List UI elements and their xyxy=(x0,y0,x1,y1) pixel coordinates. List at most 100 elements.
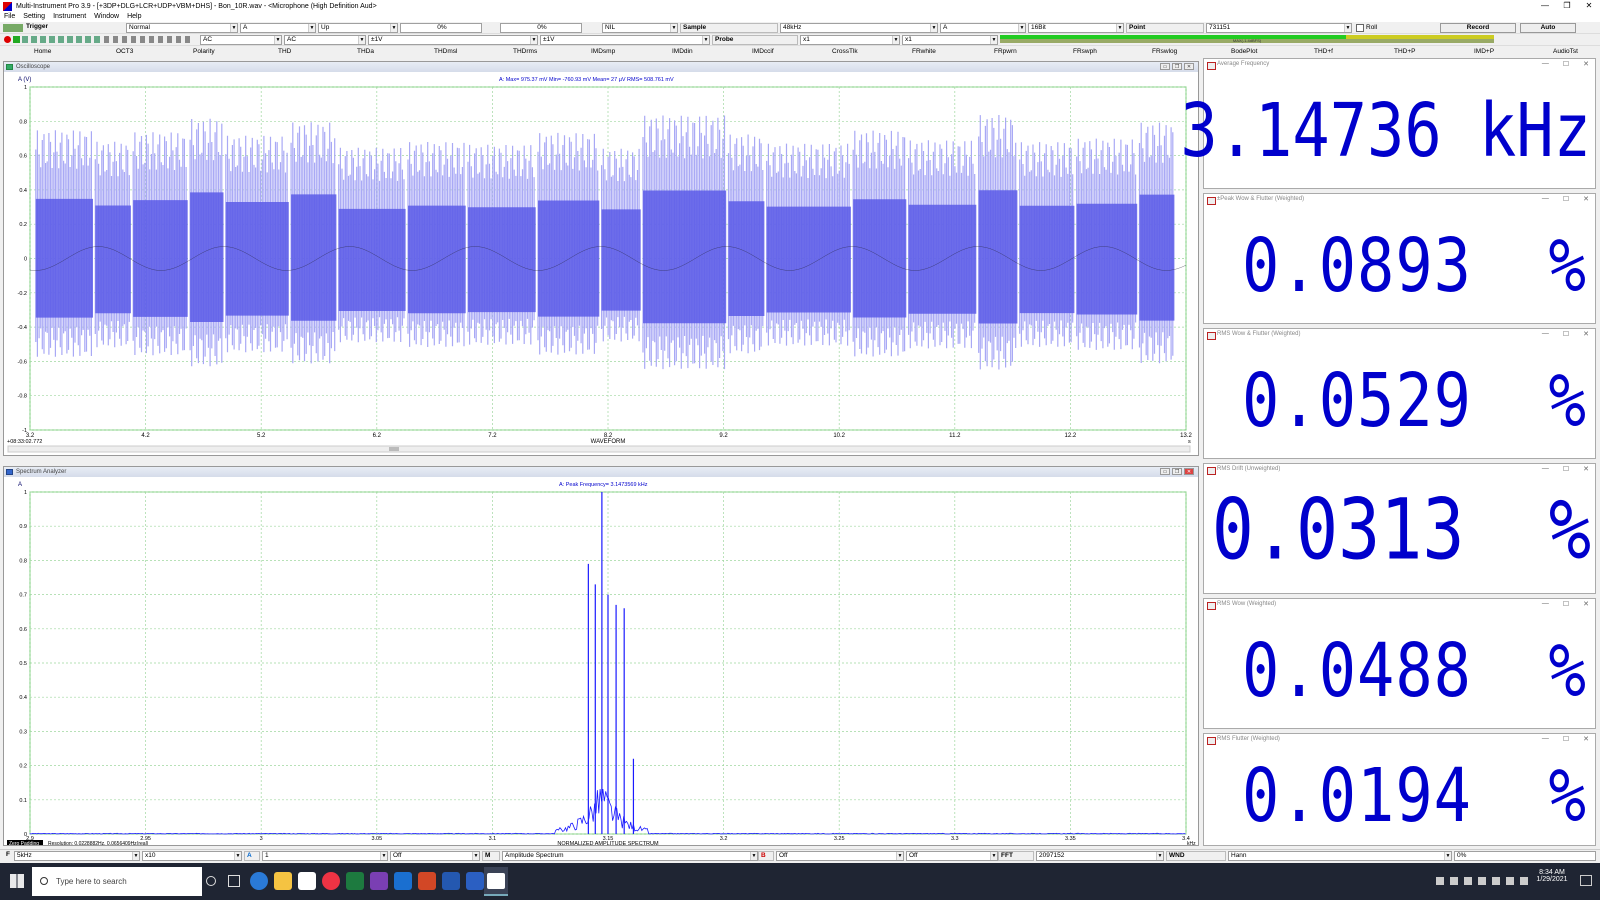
maximize-icon[interactable]: ☐ xyxy=(1563,330,1569,338)
close-icon[interactable]: ✕ xyxy=(1583,600,1589,608)
close-icon[interactable]: ✕ xyxy=(1583,195,1589,203)
record-icon[interactable] xyxy=(4,36,11,43)
bit-depth-select[interactable]: 16Bit ▼ xyxy=(1028,23,1124,33)
minimize-icon[interactable]: — xyxy=(1542,465,1549,473)
coupling-a-select[interactable]: AC ▼ xyxy=(200,35,282,45)
tab-frpwrn[interactable]: FRpwrn xyxy=(994,47,1017,57)
close-button[interactable]: ✕ xyxy=(1578,0,1600,12)
minimize-icon[interactable]: — xyxy=(1542,735,1549,743)
panel-minimize-button[interactable]: ▭ xyxy=(1160,468,1170,475)
nil-select[interactable]: NIL ▼ xyxy=(602,23,678,33)
tab-polarity[interactable]: Polarity xyxy=(193,47,215,57)
tab-thd-f[interactable]: THD+f xyxy=(1314,47,1333,57)
tab-thdmsl[interactable]: THDmsl xyxy=(434,47,457,57)
panel-restore-button[interactable]: ❐ xyxy=(1172,63,1182,70)
panel-close-button[interactable]: ✕ xyxy=(1184,63,1194,70)
powerpoint-icon[interactable] xyxy=(418,872,436,890)
chrome-icon[interactable] xyxy=(322,872,340,890)
menu-help[interactable]: Help xyxy=(127,12,141,22)
start-icon[interactable] xyxy=(10,874,24,888)
panel-restore-button[interactable]: ❐ xyxy=(1172,468,1182,475)
multi-instrument-taskbar-button[interactable] xyxy=(484,867,508,896)
tab-frswlog[interactable]: FRswlog xyxy=(1152,47,1177,57)
notification-icon[interactable] xyxy=(1580,875,1592,886)
window-function-select[interactable]: Hann ▼ xyxy=(1228,851,1452,861)
tab-audiotst[interactable]: AudioTst xyxy=(1553,47,1578,57)
tab-imdccif[interactable]: IMDccif xyxy=(752,47,774,57)
minimize-icon[interactable]: — xyxy=(1542,330,1549,338)
sample-channel-select[interactable]: A ▼ xyxy=(940,23,1026,33)
minimize-icon[interactable]: — xyxy=(1542,60,1549,68)
tab-oct3[interactable]: OCT3 xyxy=(116,47,133,57)
clock[interactable]: 8:34 AM 1/29/2021 xyxy=(1530,869,1574,883)
tab-thda[interactable]: THDa xyxy=(357,47,374,57)
close-icon[interactable]: ✕ xyxy=(1583,465,1589,473)
spectrum-mode-select[interactable]: Amplitude Spectrum ▼ xyxy=(502,851,758,861)
points-select[interactable]: 731151 ▼ xyxy=(1206,23,1352,33)
fft-size-select[interactable]: 2097152 ▼ xyxy=(1036,851,1164,861)
tab-crosstlk[interactable]: CrossTlk xyxy=(832,47,858,57)
store-icon[interactable] xyxy=(298,872,316,890)
probe-a-select[interactable]: x1 ▼ xyxy=(800,35,900,45)
b-off-select[interactable]: Off ▼ xyxy=(776,851,904,861)
record-button[interactable]: Record xyxy=(1440,23,1516,33)
tab-frswph[interactable]: FRswph xyxy=(1073,47,1097,57)
tab-thd[interactable]: THD xyxy=(278,47,291,57)
average-a-select[interactable]: 1 ▼ xyxy=(262,851,388,861)
tab-home[interactable]: Home xyxy=(34,47,51,57)
edge-browser-icon[interactable] xyxy=(250,872,268,890)
overlap-select[interactable]: 0% xyxy=(1454,851,1596,861)
maximize-icon[interactable]: ☐ xyxy=(1563,465,1569,473)
excel-icon[interactable] xyxy=(346,872,364,890)
maximize-icon[interactable]: ☐ xyxy=(1563,60,1569,68)
trigger-edge-select[interactable]: Up ▼ xyxy=(318,23,398,33)
close-icon[interactable]: ✕ xyxy=(1583,60,1589,68)
close-icon[interactable]: ✕ xyxy=(1583,330,1589,338)
auto-button[interactable]: Auto xyxy=(1520,23,1576,33)
maximize-button[interactable]: ❐ xyxy=(1556,0,1578,12)
menu-file[interactable]: File xyxy=(4,12,15,22)
pretrigger-spinner[interactable]: 0% xyxy=(500,23,582,33)
minimize-icon[interactable]: — xyxy=(1542,600,1549,608)
trigger-mode-select[interactable]: Normal ▼ xyxy=(126,23,238,33)
roll-checkbox[interactable] xyxy=(1356,24,1364,32)
trigger-level-spinner[interactable]: 0% xyxy=(400,23,482,33)
cortana-icon[interactable] xyxy=(206,876,216,886)
close-icon[interactable]: ✕ xyxy=(1583,735,1589,743)
a-off-select[interactable]: Off ▼ xyxy=(390,851,480,861)
outlook-icon[interactable] xyxy=(394,872,412,890)
visio-icon[interactable] xyxy=(442,872,460,890)
range-b-select[interactable]: ±1V ▼ xyxy=(540,35,710,45)
sample-rate-select[interactable]: 48kHz ▼ xyxy=(780,23,938,33)
menu-window[interactable]: Window xyxy=(94,12,119,22)
onenote-icon[interactable] xyxy=(370,872,388,890)
menu-setting[interactable]: Setting xyxy=(23,12,45,22)
channel-a-icon[interactable] xyxy=(13,36,20,43)
panel-close-button[interactable]: ✕ xyxy=(1184,468,1194,475)
task-view-icon[interactable] xyxy=(228,875,240,887)
probe-b-select[interactable]: x1 ▼ xyxy=(902,35,998,45)
maximize-icon[interactable]: ☐ xyxy=(1563,600,1569,608)
menu-instrument[interactable]: Instrument xyxy=(53,12,86,22)
trigger-channel-select[interactable]: A ▼ xyxy=(240,23,316,33)
maximize-icon[interactable]: ☐ xyxy=(1563,195,1569,203)
tab-imd-p[interactable]: IMD+P xyxy=(1474,47,1494,57)
coupling-b-select[interactable]: AC ▼ xyxy=(284,35,366,45)
minimize-icon[interactable]: — xyxy=(1542,195,1549,203)
tab-thdrms[interactable]: THDrms xyxy=(513,47,537,57)
system-tray-icons[interactable] xyxy=(1436,877,1528,885)
zoom-select[interactable]: x10 ▼ xyxy=(142,851,242,861)
range-a-select[interactable]: ±1V ▼ xyxy=(368,35,538,45)
open-icon[interactable] xyxy=(3,24,23,32)
taskbar-search[interactable]: Type here to search xyxy=(32,867,202,896)
minimize-button[interactable]: — xyxy=(1534,0,1556,12)
spectrum-plot[interactable]: 2.9 2.95 3 3.05 3.1 3.15 3.2 3.25 3.3 3.35 3.410.9… xyxy=(4,477,1198,845)
view-icons[interactable] xyxy=(104,36,190,43)
tab-imdsmp[interactable]: IMDsmp xyxy=(591,47,615,57)
file-explorer-icon[interactable] xyxy=(274,872,292,890)
instrument-icons[interactable] xyxy=(22,36,102,43)
tab-imddin[interactable]: IMDdin xyxy=(672,47,693,57)
tab-frwhite[interactable]: FRwhite xyxy=(912,47,936,57)
b-off2-select[interactable]: Off ▼ xyxy=(906,851,998,861)
maximize-icon[interactable]: ☐ xyxy=(1563,735,1569,743)
